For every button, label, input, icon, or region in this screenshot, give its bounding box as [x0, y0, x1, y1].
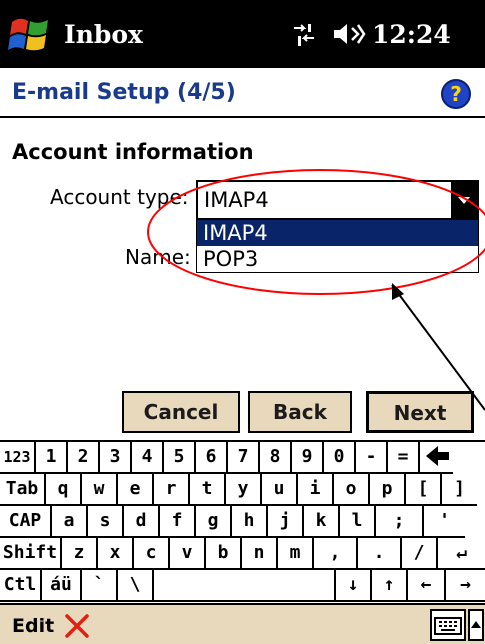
dropdown-toggle[interactable] — [451, 182, 477, 218]
key-3[interactable]: 3 — [100, 442, 132, 474]
key-8[interactable]: 8 — [260, 442, 292, 474]
key-4[interactable]: 4 — [132, 442, 164, 474]
keyboard-row-5: Ctl áü ` \ ↓ ↑ ← → — [0, 570, 485, 602]
key-b[interactable]: b — [206, 538, 242, 570]
key-down[interactable]: ↓ — [336, 570, 372, 602]
annotation-arrow-head — [392, 283, 404, 300]
title-bar: Inbox 12:24 — [0, 0, 485, 68]
menu-edit[interactable]: Edit — [12, 615, 54, 637]
key-s[interactable]: s — [88, 506, 124, 538]
app-title: Inbox — [64, 20, 143, 49]
key-shift[interactable]: Shift — [0, 538, 62, 570]
key-equals[interactable]: = — [388, 442, 420, 474]
key-k[interactable]: k — [304, 506, 340, 538]
key-u[interactable]: u — [262, 474, 298, 506]
key-accents[interactable]: áü — [42, 570, 82, 602]
key-backslash[interactable]: \ — [118, 570, 154, 602]
key-c[interactable]: c — [134, 538, 170, 570]
option-pop3[interactable]: POP3 — [197, 246, 478, 272]
key-bracket-close[interactable]: ] — [442, 474, 477, 506]
key-period[interactable]: . — [358, 538, 402, 570]
close-x-icon[interactable] — [64, 613, 90, 639]
key-tab[interactable]: Tab — [0, 474, 46, 506]
chevron-up-icon — [471, 621, 481, 628]
key-9[interactable]: 9 — [292, 442, 324, 474]
key-i[interactable]: i — [298, 474, 334, 506]
key-z[interactable]: z — [62, 538, 98, 570]
menu-bar: Edit — [0, 603, 485, 644]
key-g[interactable]: g — [196, 506, 232, 538]
keyboard-row-1: 123 1 2 3 4 5 6 7 8 9 0 - = — [0, 442, 485, 474]
option-imap4[interactable]: IMAP4 — [197, 220, 478, 246]
key-5[interactable]: 5 — [164, 442, 196, 474]
key-backspace[interactable] — [420, 442, 453, 474]
key-w[interactable]: w — [82, 474, 118, 506]
page-header: E-mail Setup (4/5) ? — [0, 68, 485, 118]
windows-flag-icon[interactable] — [8, 12, 54, 56]
key-7[interactable]: 7 — [228, 442, 260, 474]
key-slash[interactable]: / — [402, 538, 438, 570]
key-q[interactable]: q — [46, 474, 82, 506]
key-space[interactable] — [154, 570, 336, 602]
account-type-select[interactable]: IMAP4 — [196, 180, 479, 220]
key-m[interactable]: m — [278, 538, 314, 570]
keyboard-row-2: Tab q w e r t y u i o p [ ] — [0, 474, 485, 506]
key-t[interactable]: t — [190, 474, 226, 506]
key-n[interactable]: n — [242, 538, 278, 570]
keyboard-icon[interactable] — [430, 609, 466, 641]
next-button[interactable]: Next — [366, 391, 474, 433]
svg-text:?: ? — [450, 82, 462, 106]
cancel-button[interactable]: Cancel — [122, 391, 240, 433]
back-button[interactable]: Back — [248, 391, 352, 433]
key-j[interactable]: j — [268, 506, 304, 538]
key-bracket-open[interactable]: [ — [406, 474, 442, 506]
key-d[interactable]: d — [124, 506, 160, 538]
name-label: Name: — [125, 245, 191, 269]
key-ctrl[interactable]: Ctl — [0, 570, 42, 602]
key-h[interactable]: h — [232, 506, 268, 538]
soft-keyboard: 123 1 2 3 4 5 6 7 8 9 0 - = Tab q w e r … — [0, 440, 485, 603]
key-e[interactable]: e — [118, 474, 154, 506]
key-up[interactable]: ↑ — [372, 570, 408, 602]
key-enter[interactable]: ↵ — [438, 538, 485, 570]
key-minus[interactable]: - — [356, 442, 388, 474]
key-caps[interactable]: CAP — [0, 506, 52, 538]
key-123[interactable]: 123 — [0, 442, 36, 474]
connectivity-icon[interactable] — [290, 20, 318, 48]
account-type-label: Account type: — [50, 185, 189, 209]
input-selector-arrow[interactable] — [468, 609, 484, 641]
key-r[interactable]: r — [154, 474, 190, 506]
help-icon[interactable]: ? — [440, 78, 472, 110]
key-l[interactable]: l — [340, 506, 376, 538]
account-type-dropdown: IMAP4 POP3 — [196, 219, 479, 273]
key-x[interactable]: x — [98, 538, 134, 570]
key-apostrophe[interactable]: ' — [424, 506, 465, 538]
key-2[interactable]: 2 — [68, 442, 100, 474]
keyboard-glyph-icon — [434, 617, 462, 635]
speaker-icon[interactable] — [332, 20, 366, 48]
section-title: Account information — [12, 140, 254, 164]
clock[interactable]: 12:24 — [372, 20, 451, 49]
key-y[interactable]: y — [226, 474, 262, 506]
account-type-value: IMAP4 — [204, 188, 269, 212]
chevron-down-icon — [458, 197, 470, 204]
key-comma[interactable]: , — [314, 538, 358, 570]
key-o[interactable]: o — [334, 474, 370, 506]
page-title: E-mail Setup (4/5) — [12, 80, 236, 105]
key-semicolon[interactable]: ; — [376, 506, 424, 538]
key-0[interactable]: 0 — [324, 442, 356, 474]
key-a[interactable]: a — [52, 506, 88, 538]
key-1[interactable]: 1 — [36, 442, 68, 474]
keyboard-row-4: Shift z x c v b n m , . / ↵ — [0, 538, 485, 570]
key-v[interactable]: v — [170, 538, 206, 570]
key-right[interactable]: → — [446, 570, 485, 602]
key-p[interactable]: p — [370, 474, 406, 506]
key-left[interactable]: ← — [408, 570, 446, 602]
key-f[interactable]: f — [160, 506, 196, 538]
backspace-icon — [425, 446, 449, 466]
key-backtick[interactable]: ` — [82, 570, 118, 602]
keyboard-row-3: CAP a s d f g h j k l ; ' — [0, 506, 485, 538]
key-6[interactable]: 6 — [196, 442, 228, 474]
